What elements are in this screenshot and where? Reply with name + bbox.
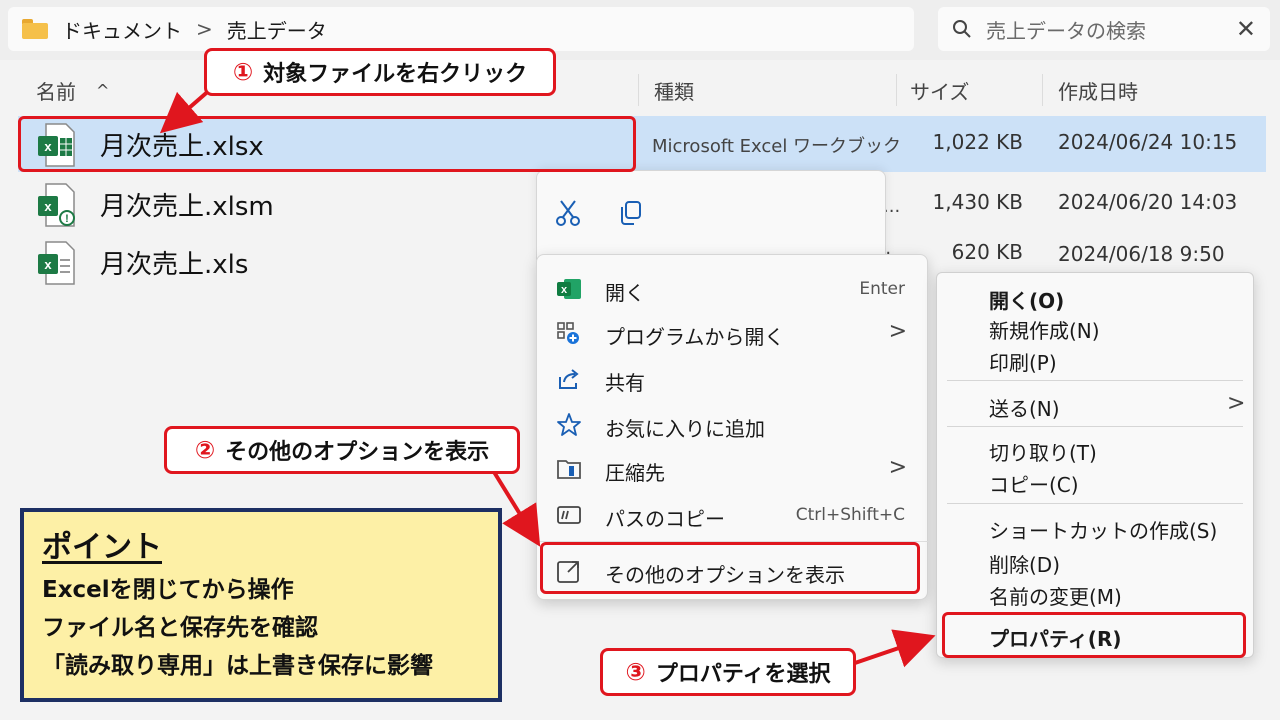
point-line: Excelを閉じてから操作 bbox=[42, 577, 294, 603]
point-note-box: ポイント Excelを閉じてから操作 ファイル名と保存先を確認 「読み取り専用」… bbox=[20, 508, 502, 702]
step-number: ① bbox=[232, 58, 254, 86]
step-number: ② bbox=[194, 436, 216, 464]
callout-text: その他のオプションを表示 bbox=[225, 440, 490, 465]
point-title: ポイント bbox=[42, 530, 162, 565]
callout-step2: ② その他のオプションを表示 bbox=[164, 426, 520, 474]
arrow-step1 bbox=[159, 86, 214, 134]
callout-step1: ① 対象ファイルを右クリック bbox=[204, 48, 556, 96]
callout-text: 対象ファイルを右クリック bbox=[263, 62, 528, 87]
step-number: ③ bbox=[625, 658, 646, 686]
callout-text: プロパティを選択 bbox=[655, 662, 831, 687]
arrow-step3 bbox=[851, 629, 936, 668]
point-line: ファイル名と保存先を確認 bbox=[42, 615, 318, 641]
callout-step3: ③ プロパティを選択 bbox=[600, 648, 856, 696]
point-line: 「読み取り専用」は上書き保存に影響 bbox=[42, 653, 433, 679]
